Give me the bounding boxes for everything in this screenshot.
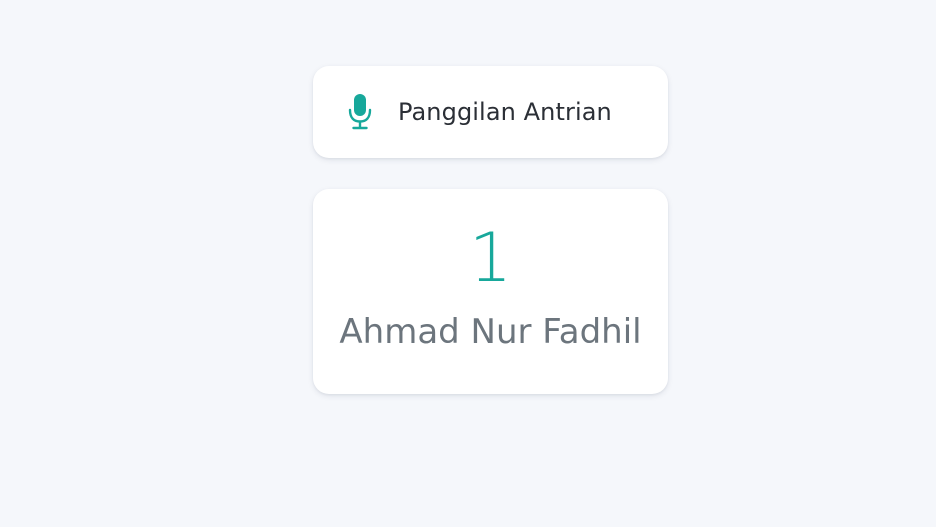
queue-number: 1 [468,219,513,298]
page-title: Panggilan Antrian [398,98,612,126]
patient-name: Ahmad Nur Fadhil [339,312,642,352]
queue-call-header-card: Panggilan Antrian [313,66,668,158]
current-queue-card: 1 Ahmad Nur Fadhil [313,189,668,394]
microphone-icon [348,94,372,130]
